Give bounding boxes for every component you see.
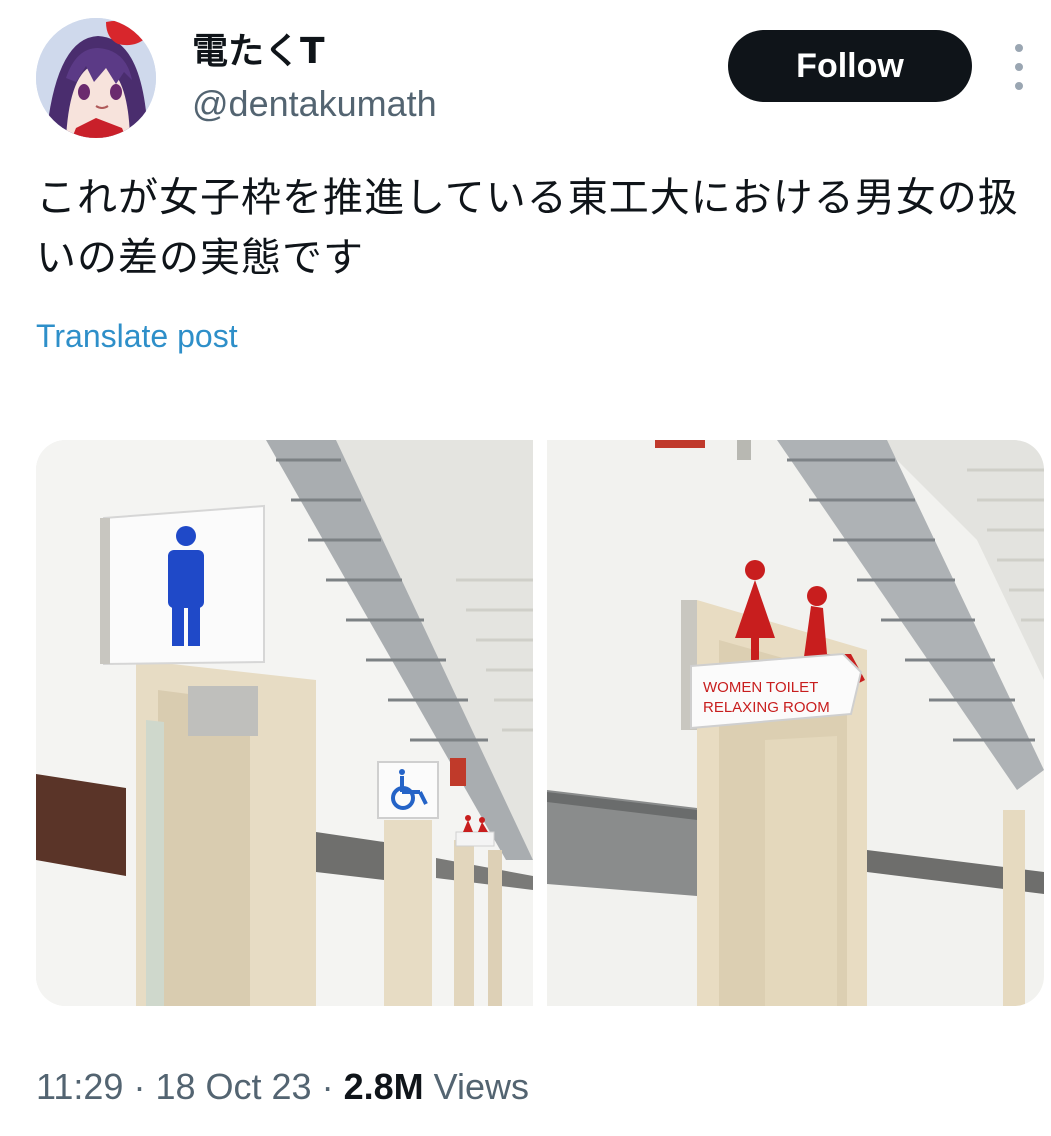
post-media: WOMEN TOILET RELAXING ROOM xyxy=(36,440,1044,1006)
post-text: これが女子枠を推進している東工大における男女の扱いの差の実態です xyxy=(36,175,1019,281)
post-header: 電たくT @dentakumath Follow xyxy=(36,18,1026,138)
post-meta: 11:29 · 18 Oct 23 · 2.8M Views xyxy=(36,1066,529,1108)
meta-separator: · xyxy=(133,1066,146,1107)
post-time[interactable]: 11:29 xyxy=(36,1066,123,1107)
more-vertical-icon[interactable] xyxy=(1004,44,1034,90)
follow-button[interactable]: Follow xyxy=(728,30,972,102)
post-date[interactable]: 18 Oct 23 xyxy=(155,1066,311,1107)
views-label: Views xyxy=(433,1066,530,1107)
translate-post-link[interactable]: Translate post xyxy=(36,318,238,355)
sign-line-1: WOMEN TOILET xyxy=(703,679,818,696)
display-name[interactable]: 電たくT xyxy=(192,30,437,74)
meta-separator: · xyxy=(321,1066,334,1107)
anime-avatar-icon xyxy=(36,18,156,138)
views-count: 2.8M xyxy=(343,1066,424,1107)
user-handle[interactable]: @dentakumath xyxy=(192,82,437,126)
sign-line-2: RELAXING ROOM xyxy=(703,699,830,716)
photo-left[interactable] xyxy=(36,440,533,1006)
photo-right[interactable]: WOMEN TOILET RELAXING ROOM xyxy=(547,440,1044,1006)
avatar[interactable] xyxy=(36,18,156,138)
user-name-block: 電たくT @dentakumath xyxy=(192,30,437,126)
